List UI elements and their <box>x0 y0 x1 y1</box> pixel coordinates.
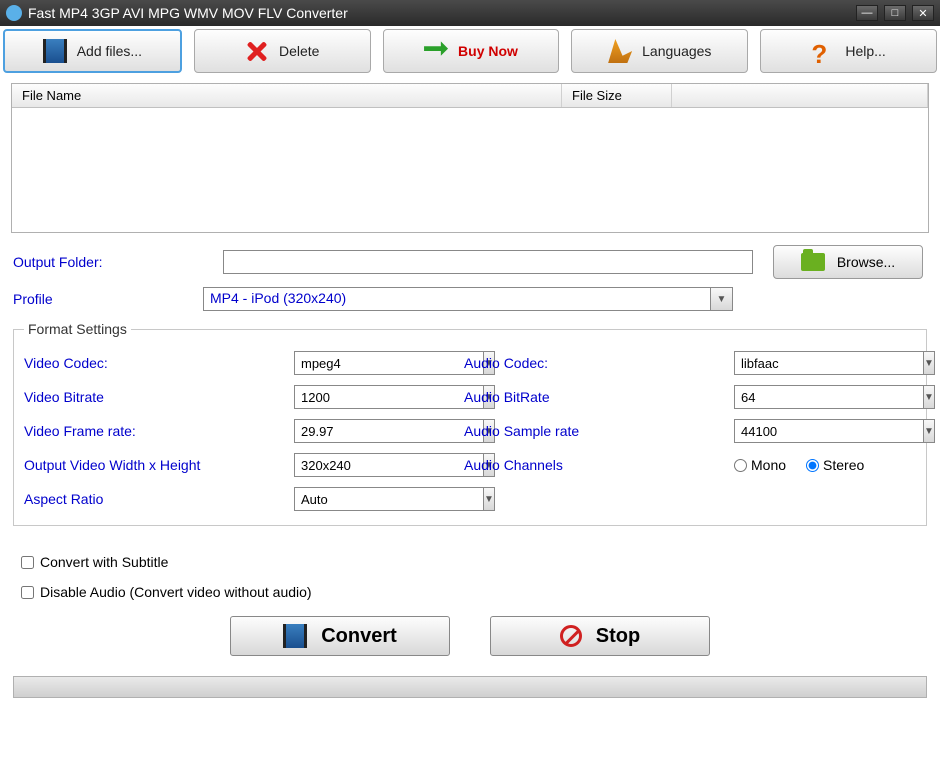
profile-select[interactable]: MP4 - iPod (320x240) ▼ <box>203 287 733 311</box>
buy-now-button[interactable]: Buy Now <box>383 29 560 73</box>
add-files-button[interactable]: Add files... <box>3 29 182 73</box>
file-list-body[interactable] <box>12 108 928 232</box>
disable-audio-label: Disable Audio (Convert video without aud… <box>40 584 312 600</box>
audio-bitrate-input[interactable] <box>734 385 924 409</box>
chevron-down-icon: ▼ <box>924 358 934 369</box>
titlebar: Fast MP4 3GP AVI MPG WMV MOV FLV Convert… <box>0 0 940 26</box>
audio-codec-drop[interactable]: ▼ <box>924 351 935 375</box>
audio-codec-combo[interactable]: ▼ <box>734 351 894 375</box>
audio-sample-label: Audio Sample rate <box>464 423 734 439</box>
action-row: Convert Stop <box>3 616 937 656</box>
stereo-radio-label[interactable]: Stereo <box>806 457 864 473</box>
help-icon: ? <box>811 39 835 63</box>
stop-icon <box>560 625 582 647</box>
stereo-radio[interactable] <box>806 459 819 472</box>
subtitle-checkbox[interactable] <box>21 556 34 569</box>
convert-icon <box>283 624 307 648</box>
audio-codec-label: Audio Codec: <box>464 355 734 371</box>
output-folder-label: Output Folder: <box>13 254 223 270</box>
output-folder-input[interactable] <box>223 250 753 274</box>
delete-button[interactable]: Delete <box>194 29 371 73</box>
film-icon <box>43 39 67 63</box>
video-codec-combo[interactable]: ▼ <box>294 351 454 375</box>
audio-sample-combo[interactable]: ▼ <box>734 419 894 443</box>
video-framerate-combo[interactable]: ▼ <box>294 419 454 443</box>
profile-label: Profile <box>13 291 203 307</box>
browse-button[interactable]: Browse... <box>773 245 923 279</box>
output-folder-row: Output Folder: Browse... <box>13 245 927 279</box>
cart-icon <box>424 39 448 63</box>
audio-bitrate-label: Audio BitRate <box>464 389 734 405</box>
format-legend: Format Settings <box>24 321 131 337</box>
languages-label: Languages <box>642 43 711 59</box>
chevron-down-icon: ▼ <box>924 392 934 403</box>
chevron-down-icon: ▼ <box>924 426 934 437</box>
video-framerate-label: Video Frame rate: <box>24 423 294 439</box>
video-bitrate-input[interactable] <box>294 385 484 409</box>
disable-audio-option[interactable]: Disable Audio (Convert video without aud… <box>21 584 919 600</box>
stop-label: Stop <box>596 625 640 648</box>
toolbar: Add files... Delete Buy Now Languages ? … <box>3 29 937 73</box>
window-title: Fast MP4 3GP AVI MPG WMV MOV FLV Convert… <box>28 5 856 21</box>
col-filename[interactable]: File Name <box>12 84 562 107</box>
buy-now-label: Buy Now <box>458 43 518 59</box>
audio-codec-input[interactable] <box>734 351 924 375</box>
languages-icon <box>608 39 632 63</box>
profile-dropdown-button[interactable]: ▼ <box>711 287 733 311</box>
col-extra[interactable] <box>672 84 928 107</box>
audio-sample-input[interactable] <box>734 419 924 443</box>
audio-bitrate-drop[interactable]: ▼ <box>924 385 935 409</box>
window-controls: — □ ✕ <box>856 5 934 21</box>
audio-channels-radios: Mono Stereo <box>734 457 904 473</box>
delete-label: Delete <box>279 43 319 59</box>
video-size-input[interactable] <box>294 453 484 477</box>
video-bitrate-combo[interactable]: ▼ <box>294 385 454 409</box>
audio-bitrate-combo[interactable]: ▼ <box>734 385 894 409</box>
video-size-label: Output Video Width x Height <box>24 457 294 473</box>
disable-audio-checkbox[interactable] <box>21 586 34 599</box>
minimize-button[interactable]: — <box>856 5 878 21</box>
audio-channels-label: Audio Channels <box>464 457 734 473</box>
folder-icon <box>801 253 825 271</box>
subtitle-option[interactable]: Convert with Subtitle <box>21 554 919 570</box>
chevron-down-icon: ▼ <box>484 494 494 505</box>
app-icon <box>6 5 22 21</box>
languages-button[interactable]: Languages <box>571 29 748 73</box>
video-size-combo[interactable]: ▼ <box>294 453 454 477</box>
audio-sample-drop[interactable]: ▼ <box>924 419 935 443</box>
col-filesize[interactable]: File Size <box>562 84 672 107</box>
convert-label: Convert <box>321 625 397 648</box>
help-button[interactable]: ? Help... <box>760 29 937 73</box>
profile-value[interactable]: MP4 - iPod (320x240) <box>203 287 711 311</box>
chevron-down-icon: ▼ <box>717 294 727 305</box>
add-files-label: Add files... <box>77 43 142 59</box>
subtitle-label: Convert with Subtitle <box>40 554 168 570</box>
maximize-button[interactable]: □ <box>884 5 906 21</box>
aspect-ratio-drop[interactable]: ▼ <box>484 487 495 511</box>
profile-row: Profile MP4 - iPod (320x240) ▼ <box>13 287 927 311</box>
aspect-ratio-input[interactable] <box>294 487 484 511</box>
file-list[interactable]: File Name File Size <box>11 83 929 233</box>
help-label: Help... <box>845 43 885 59</box>
format-settings: Format Settings Video Codec: ▼ Audio Cod… <box>13 321 927 526</box>
file-list-header: File Name File Size <box>12 84 928 108</box>
convert-button[interactable]: Convert <box>230 616 450 656</box>
delete-icon <box>245 39 269 63</box>
aspect-ratio-combo[interactable]: ▼ <box>294 487 454 511</box>
video-framerate-input[interactable] <box>294 419 484 443</box>
browse-label: Browse... <box>837 254 895 270</box>
mono-radio-label[interactable]: Mono <box>734 457 786 473</box>
video-bitrate-label: Video Bitrate <box>24 389 294 405</box>
video-codec-input[interactable] <box>294 351 484 375</box>
aspect-ratio-label: Aspect Ratio <box>24 491 294 507</box>
stop-button[interactable]: Stop <box>490 616 710 656</box>
mono-radio[interactable] <box>734 459 747 472</box>
close-button[interactable]: ✕ <box>912 5 934 21</box>
video-codec-label: Video Codec: <box>24 355 294 371</box>
status-bar <box>13 676 927 698</box>
